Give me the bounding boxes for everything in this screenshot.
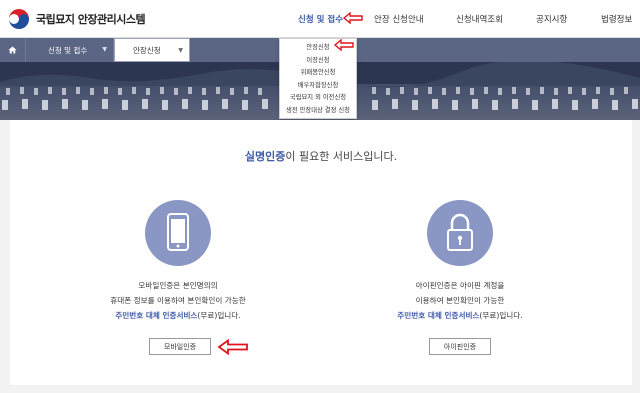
breadcrumb-label: 신청 및 접수 xyxy=(48,45,88,55)
mobile-auth-description: 모바일인증은 본인명의의 휴대폰 정보를 이용하여 본인확인이 가능한 주민번호… xyxy=(78,278,278,323)
taegeuk-logo-icon[interactable] xyxy=(8,8,30,30)
ipin-desc-line: 주민번호 대체 인증서비스(무료)입니다. xyxy=(360,308,560,323)
breadcrumb-burial-apply[interactable]: 안장신청 ▼ xyxy=(114,38,190,62)
ipin-auth-button[interactable]: 아이핀인증 xyxy=(429,338,491,355)
breadcrumb-label: 안장신청 xyxy=(133,45,161,55)
mobile-desc-line: 휴대폰 정보를 이용하여 본인확인이 가능한 xyxy=(110,296,246,305)
nav-notice[interactable]: 공지시항 xyxy=(536,13,567,25)
ipin-desc-line: 이용하여 본인확인이 가능한 xyxy=(415,296,505,305)
ipin-auth-circle xyxy=(427,200,493,266)
nav-application-history[interactable]: 신청내역조회 xyxy=(456,13,503,25)
mobile-auth-circle xyxy=(145,200,211,266)
annotation-arrow-icon xyxy=(342,12,363,24)
page-headline: 실명인증이 필요한 서비스입니다. xyxy=(10,148,632,164)
auth-card: 실명인증이 필요한 서비스입니다. 모바일인증은 본인명의의 휴대폰 정보를 이… xyxy=(10,120,632,385)
menu-item-pre-decision-apply[interactable]: 생전 안장대상 결정 신청 xyxy=(280,105,356,118)
smartphone-icon xyxy=(167,213,189,251)
menu-item-memorial-tablet-apply[interactable]: 위패봉안신청 xyxy=(280,67,356,80)
mobile-desc-tail: (무료)입니다. xyxy=(197,311,241,320)
headline-highlight: 실명인증 xyxy=(244,150,286,163)
nav-law-info[interactable]: 법령정보 xyxy=(601,13,632,25)
headline-text: 이 필요한 서비스입니다. xyxy=(285,150,398,163)
chevron-down-icon: ▼ xyxy=(178,47,183,54)
home-icon xyxy=(8,46,17,54)
menu-item-relocation-apply[interactable]: 이장신청 xyxy=(280,55,356,68)
nav-apply-receipt[interactable]: 신청 및 접수 xyxy=(298,13,343,25)
nav-burial-guide[interactable]: 안장 신청안내 xyxy=(374,13,424,25)
chevron-down-icon: ▼ xyxy=(102,46,107,53)
header: 국립묘지 안장관리시스템 신청 및 접수 안장 신청안내 신청내역조회 공지시항… xyxy=(0,0,640,38)
mobile-desc-line: 모바일인증은 본인명의의 xyxy=(138,281,218,290)
home-button[interactable] xyxy=(0,38,26,62)
annotation-arrow-icon xyxy=(333,39,354,51)
ipin-desc-highlight: 주민번호 대체 인증서비스 xyxy=(397,311,480,320)
breadcrumb-apply-receipt[interactable]: 신청 및 접수 ▼ xyxy=(26,38,114,62)
ipin-auth-description: 아이핀인증은 아이핀 계정을 이용하여 본인확인이 가능한 주민번호 대체 인증… xyxy=(360,278,560,323)
mobile-desc-highlight: 주민번호 대체 인증서비스 xyxy=(115,311,198,320)
mobile-auth-button[interactable]: 모바일인증 xyxy=(149,338,211,355)
mobile-desc-line: 주민번호 대체 인증서비스(무료)입니다. xyxy=(78,308,278,323)
site-title[interactable]: 국립묘지 안장관리시스템 xyxy=(36,11,146,27)
ipin-desc-line: 아이핀인증은 아이핀 계정을 xyxy=(415,281,505,290)
annotation-arrow-icon xyxy=(217,339,248,355)
lock-icon xyxy=(447,213,473,251)
menu-item-outside-transfer-apply[interactable]: 국립묘지 외 이전신청 xyxy=(280,92,356,105)
ipin-desc-tail: (무료)입니다. xyxy=(479,311,523,320)
menu-item-spouse-burial-apply[interactable]: 배우자합장신청 xyxy=(280,80,356,93)
